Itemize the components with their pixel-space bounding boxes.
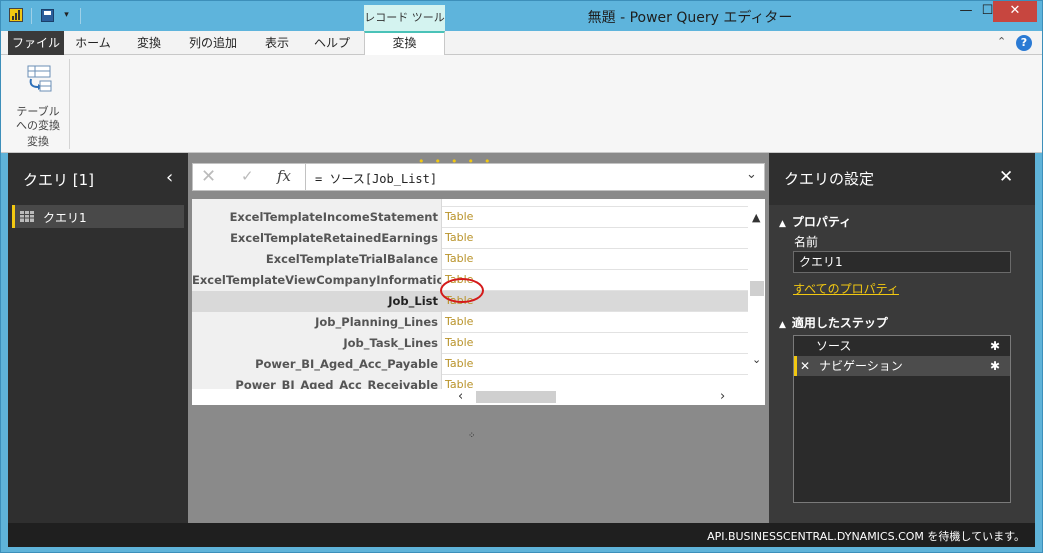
highlight-annotation [440, 278, 484, 303]
horizontal-scrollbar[interactable]: ‹ › [192, 389, 765, 405]
window-title: 無題 - Power Query エディター [587, 10, 793, 26]
convert-to-table-label: テーブル への変換 [16, 105, 60, 132]
delete-step-icon[interactable]: ✕ [800, 356, 810, 376]
expand-formula-icon[interactable]: ⌄ [746, 167, 757, 182]
tab-transform[interactable]: 変換 [128, 31, 170, 55]
table-row [192, 199, 748, 207]
ribbon: テーブル への変換 変換 [0, 55, 1043, 153]
convert-to-table-icon [27, 65, 52, 92]
table-icon [20, 211, 34, 222]
tab-file[interactable]: ファイル [8, 31, 64, 55]
customize-toolbar-icon[interactable]: ▾ [61, 9, 72, 21]
tab-home[interactable]: ホーム [70, 31, 116, 55]
table-row[interactable]: Job_Task_Lines Table [192, 333, 748, 354]
loading-spinner-icon: ⁘ [468, 431, 476, 441]
power-bi-icon [9, 8, 23, 22]
close-settings-icon[interactable]: ✕ [999, 167, 1013, 187]
close-button[interactable]: ✕ [993, 0, 1037, 22]
step-label: ソース [816, 339, 852, 353]
queries-pane: クエリ [1] ‹ クエリ1 [8, 153, 188, 523]
applied-steps-section[interactable]: ▲ 適用したステップ [779, 314, 888, 331]
formula-bar: ✕ ✓ fx = ソース[Job_List] ⌄ [192, 163, 765, 191]
step-source[interactable]: ソース ✱ [794, 336, 1010, 356]
commit-formula-icon[interactable]: ✓ [241, 167, 265, 185]
record-tools-group-label: レコード ツール [364, 5, 445, 31]
record-field: Power_BI_Aged_Acc_Payable [192, 354, 442, 375]
tab-add-column[interactable]: 列の追加 [182, 31, 244, 55]
record-value-link[interactable]: Table [445, 207, 473, 227]
collapse-queries-icon[interactable]: ‹ [166, 167, 173, 188]
step-navigation[interactable]: ✕ ナビゲーション ✱ [794, 356, 1010, 376]
scroll-up-icon[interactable]: ▲ [752, 211, 760, 224]
formula-input[interactable]: = ソース[Job_List] [315, 170, 437, 187]
gear-icon[interactable]: ✱ [990, 336, 1000, 356]
preview-area: ••••• ✕ ✓ fx = ソース[Job_List] ⌄ ExcelTemp… [188, 153, 769, 523]
settings-title: クエリの設定 [784, 170, 875, 188]
query-item-label: クエリ1 [43, 211, 87, 225]
query-settings-pane: クエリの設定 ✕ ▲ プロパティ 名前 クエリ1 すべてのプロパティ ▲ 適用したス… [769, 153, 1035, 523]
status-bar: API.BUSINESSCENTRAL.DYNAMICS.COM を待機していま… [8, 523, 1035, 547]
fx-icon[interactable]: fx [277, 167, 291, 185]
record-field: Job_List [192, 291, 442, 312]
tab-help[interactable]: ヘルプ [308, 31, 356, 55]
minimize-button[interactable]: — [951, 0, 981, 22]
tab-record-transform[interactable]: 変換 [364, 31, 445, 56]
convert-to-table-button[interactable]: テーブル への変換 [10, 63, 66, 132]
applied-steps-list: ソース ✱ ✕ ナビゲーション ✱ [793, 335, 1011, 503]
divider [69, 59, 70, 149]
divider [305, 164, 306, 190]
name-label: 名前 [794, 235, 819, 249]
applied-steps-header: 適用したステップ [791, 316, 888, 330]
all-properties-link[interactable]: すべてのプロパティ [793, 280, 899, 297]
record-field: ExcelTemplateIncomeStatement [192, 207, 442, 228]
scroll-thumb[interactable] [750, 281, 764, 296]
record-field: Job_Planning_Lines [192, 312, 442, 333]
table-row[interactable]: ExcelTemplateTrialBalance Table [192, 249, 748, 270]
scroll-left-icon[interactable]: ‹ [458, 389, 463, 404]
settings-header: クエリの設定 ✕ [769, 153, 1035, 205]
vertical-scrollbar[interactable]: ▲ ⌄ [749, 199, 765, 389]
gear-icon[interactable]: ✱ [990, 356, 1000, 376]
table-row[interactable]: Power_BI_Aged_Acc_Payable Table [192, 354, 748, 375]
scroll-thumb[interactable] [476, 391, 556, 403]
cancel-formula-icon[interactable]: ✕ [201, 166, 225, 187]
record-field [192, 199, 442, 207]
title-bar: ▾ レコード ツール 無題 - Power Query エディター — ☐ ✕ [0, 0, 1043, 31]
record-value-link[interactable]: Table [445, 228, 473, 248]
query-item[interactable]: クエリ1 [12, 205, 184, 228]
scroll-down-icon[interactable]: ⌄ [752, 353, 761, 366]
ribbon-group-label: 変換 [27, 135, 49, 148]
tab-view[interactable]: 表示 [256, 31, 298, 55]
ribbon-tab-bar: ファイル ホーム 変換 列の追加 表示 ヘルプ 変換 ⌃ [0, 31, 1043, 56]
queries-pane-title: クエリ [1] [23, 171, 95, 189]
collapse-triangle-icon: ▲ [779, 320, 786, 330]
save-icon[interactable] [41, 9, 54, 22]
record-field: ExcelTemplateViewCompanyInformation [192, 270, 442, 291]
record-field: ExcelTemplateRetainedEarnings [192, 228, 442, 249]
record-value-link[interactable]: Table [445, 354, 473, 374]
record-value-link[interactable]: Table [445, 249, 473, 269]
divider [31, 8, 32, 24]
table-row[interactable]: ExcelTemplateRetainedEarnings Table [192, 228, 748, 249]
properties-header: プロパティ [791, 215, 852, 229]
record-value-link[interactable]: Table [445, 312, 473, 332]
step-label: ナビゲーション [819, 359, 903, 373]
record-field: Job_Task_Lines [192, 333, 442, 354]
scroll-right-icon[interactable]: › [720, 389, 725, 404]
collapse-triangle-icon: ▲ [779, 219, 786, 229]
record-value-link[interactable]: Table [445, 333, 473, 353]
record-grid: ExcelTemplateIncomeStatement Table Excel… [192, 199, 765, 405]
help-icon[interactable]: ? [1016, 35, 1032, 51]
divider [80, 8, 81, 24]
properties-section[interactable]: ▲ プロパティ [779, 213, 851, 230]
collapse-ribbon-icon[interactable]: ⌃ [997, 35, 1006, 48]
table-row[interactable]: ExcelTemplateIncomeStatement Table [192, 207, 748, 228]
table-row[interactable]: Job_Planning_Lines Table [192, 312, 748, 333]
record-field: ExcelTemplateTrialBalance [192, 249, 442, 270]
query-name-input[interactable]: クエリ1 [793, 251, 1011, 273]
status-text: API.BUSINESSCENTRAL.DYNAMICS.COM を待機していま… [707, 530, 1025, 543]
